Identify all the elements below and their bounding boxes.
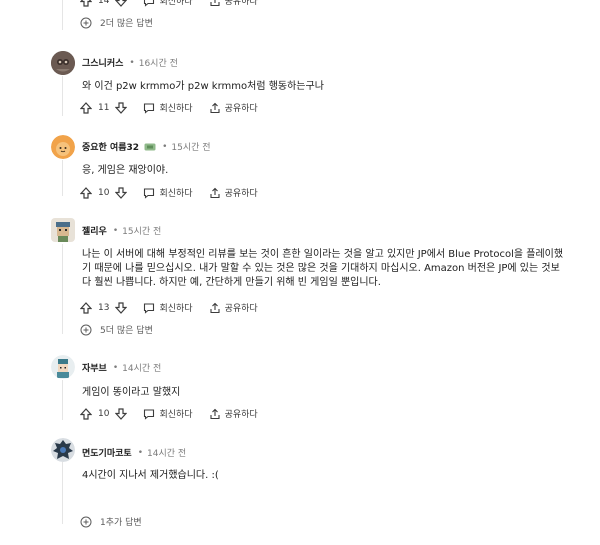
thread-line	[62, 160, 63, 196]
comment-time: 14시간 전	[147, 449, 187, 459]
comment-actions: 10 회신하다 공유하다	[80, 407, 258, 420]
comment-icon	[144, 102, 155, 114]
comment-text-line: 기 때문에 나를 믿으십시오. 내가 말할 수 있는 것은 많은 것을 기대하지…	[82, 263, 560, 274]
comment-author[interactable]: 자부브	[82, 361, 107, 374]
comment-author[interactable]: 중요한 여름32	[82, 140, 139, 153]
comment-time: 15시간 전	[171, 143, 211, 153]
thread-line	[62, 244, 63, 334]
reply-button[interactable]: 회신하다	[143, 301, 193, 314]
downvote-icon[interactable]	[115, 407, 128, 420]
share-button[interactable]: 공유하다	[209, 186, 258, 199]
avatar[interactable]	[51, 51, 75, 75]
thread-line	[62, 76, 63, 116]
reply-button[interactable]: 회신하다	[143, 186, 193, 199]
expand-plus-icon	[80, 516, 92, 527]
more-replies-button[interactable]: 2더 많은 답변	[80, 16, 153, 29]
share-icon	[210, 408, 220, 419]
downvote-icon[interactable]	[115, 186, 128, 199]
comment-icon	[144, 408, 155, 420]
expand-plus-icon	[80, 324, 92, 335]
upvote-count: 13	[98, 302, 110, 313]
comment-header: 젤리우 • 15시간 전	[82, 224, 162, 238]
upvote-icon[interactable]	[80, 407, 92, 420]
reply-button[interactable]: 회신하다	[143, 101, 193, 114]
comment-header: 그스니커스 • 16시간 전	[82, 56, 178, 70]
upvote-icon[interactable]	[80, 0, 92, 7]
comment-actions: 13 회신하다 공유하다	[80, 301, 258, 314]
downvote-icon[interactable]	[115, 101, 128, 114]
upvote-count: 10	[98, 187, 110, 198]
share-icon	[210, 102, 220, 113]
comment-time: 14시간 전	[122, 364, 162, 374]
upvote-count: 10	[98, 408, 110, 419]
comment-icon	[144, 302, 155, 314]
thread-line	[62, 462, 63, 524]
comment-text: 4시간이 지나서 제거했습니다. :(	[82, 470, 219, 481]
avatar[interactable]	[51, 438, 75, 462]
comment-actions: 14 회신하다 공유하다	[80, 0, 258, 7]
share-button[interactable]: 공유하다	[209, 0, 258, 7]
comment-author[interactable]: 면도기마코토	[82, 446, 132, 459]
upvote-icon[interactable]	[80, 101, 92, 114]
comment-time: 16시간 전	[138, 59, 178, 69]
downvote-icon[interactable]	[115, 301, 128, 314]
share-button[interactable]: 공유하다	[209, 101, 258, 114]
comment-header: 중요한 여름32 • 15시간 전	[82, 140, 211, 154]
reply-button[interactable]: 회신하다	[143, 407, 193, 420]
share-button[interactable]: 공유하다	[209, 407, 258, 420]
downvote-icon[interactable]	[115, 0, 128, 7]
comment-text: 게임이 똥이라고 말했지	[82, 387, 181, 398]
comment-time: 15시간 전	[122, 227, 162, 237]
comment-actions: 11 회신하다 공유하다	[80, 101, 258, 114]
avatar[interactable]	[51, 355, 75, 379]
achievement-badge-icon	[144, 143, 156, 150]
upvote-icon[interactable]	[80, 186, 92, 199]
avatar[interactable]	[51, 135, 75, 159]
comment-text: 응, 게임은 재앙이야.	[82, 165, 169, 176]
comment-icon	[144, 187, 155, 199]
upvote-icon[interactable]	[80, 301, 92, 314]
comment-header: 자부브 • 14시간 전	[82, 361, 162, 375]
expand-plus-icon	[80, 17, 92, 28]
share-button[interactable]: 공유하다	[209, 301, 258, 314]
comment-text-line: 다 훨씬 나쁩니다. 하지만 예, 간단하게 만들기 위해 빈 게임일 뿐입니다…	[82, 277, 381, 288]
comment-text: 나는 이 서버에 대해 부정적인 리뷰를 보는 것이 흔한 일이라는 것을 알고…	[82, 248, 563, 290]
reply-button[interactable]: 회신하다	[143, 0, 193, 7]
thread-line	[62, 0, 63, 30]
upvote-count: 14	[98, 0, 110, 6]
comment-actions: 10 회신하다 공유하다	[80, 186, 258, 199]
comment-text-line: 나는 이 서버에 대해 부정적인 리뷰를 보는 것이 흔한 일이라는 것을 알고…	[82, 249, 564, 260]
upvote-count: 11	[98, 102, 110, 113]
more-replies-button[interactable]: 1추가 답변	[80, 515, 142, 528]
share-icon	[210, 187, 220, 198]
comment-header: 면도기마코토 • 14시간 전	[82, 446, 187, 460]
more-replies-button[interactable]: 5더 많은 답변	[80, 323, 153, 336]
comment-text: 와 이건 p2w krmmo가 p2w krmmo처럼 행동하는구나	[82, 81, 324, 92]
avatar[interactable]	[51, 218, 75, 242]
comment-author[interactable]: 젤리우	[82, 224, 107, 237]
share-icon	[210, 302, 220, 313]
thread-line	[62, 380, 63, 420]
share-icon	[210, 0, 220, 6]
comment-icon	[144, 0, 155, 7]
comment-author[interactable]: 그스니커스	[82, 56, 123, 69]
